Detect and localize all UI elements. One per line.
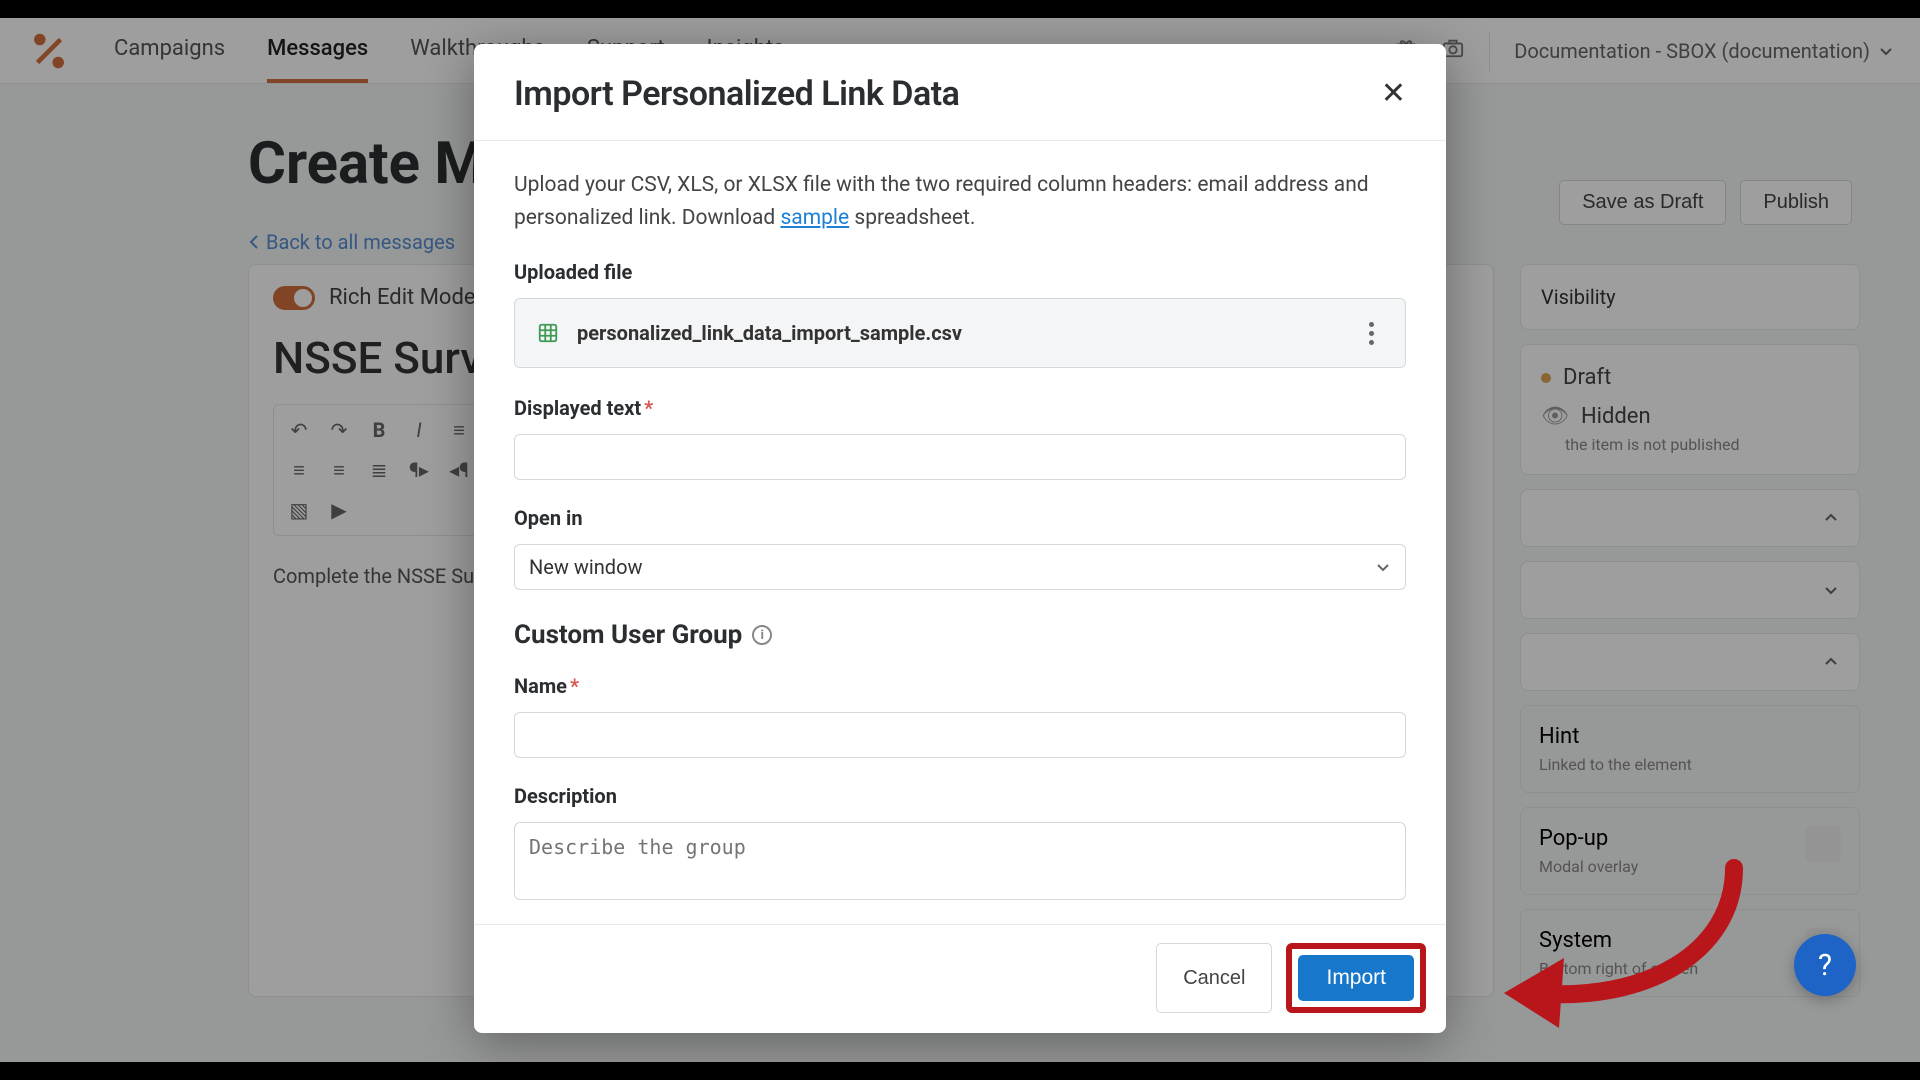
custom-group-heading: Custom User Group i [514,620,1406,650]
name-label: Name* [514,674,1406,698]
displayed-text-input[interactable] [514,434,1406,480]
import-highlight-annotation: Import [1286,943,1426,1013]
modal-backdrop: Import Personalized Link Data ✕ Upload y… [0,0,1920,1080]
help-fab[interactable]: ? [1794,934,1856,996]
displayed-text-label: Displayed text* [514,396,1406,420]
help-icon: ? [1818,948,1832,983]
open-in-value: New window [529,555,643,579]
modal-title: Import Personalized Link Data [514,74,959,114]
uploaded-file-name: personalized_link_data_import_sample.csv [577,321,962,345]
cancel-button[interactable]: Cancel [1156,943,1272,1013]
uploaded-file-row: personalized_link_data_import_sample.csv [514,298,1406,368]
file-menu-icon[interactable] [1359,322,1383,345]
uploaded-file-label: Uploaded file [514,260,1406,284]
description-label: Description [514,784,1406,808]
import-modal: Import Personalized Link Data ✕ Upload y… [474,44,1446,1033]
close-icon[interactable]: ✕ [1381,79,1406,109]
spreadsheet-icon [537,322,559,344]
info-icon[interactable]: i [752,625,772,645]
sample-link[interactable]: sample [780,206,849,230]
name-input[interactable] [514,712,1406,758]
modal-intro: Upload your CSV, XLS, or XLSX file with … [514,169,1406,234]
open-in-select[interactable]: New window [514,544,1406,590]
description-input[interactable] [514,822,1406,900]
chevron-down-icon [1375,559,1391,575]
intro-text-b: spreadsheet. [849,206,975,230]
import-button[interactable]: Import [1298,955,1414,1001]
open-in-label: Open in [514,506,1406,530]
